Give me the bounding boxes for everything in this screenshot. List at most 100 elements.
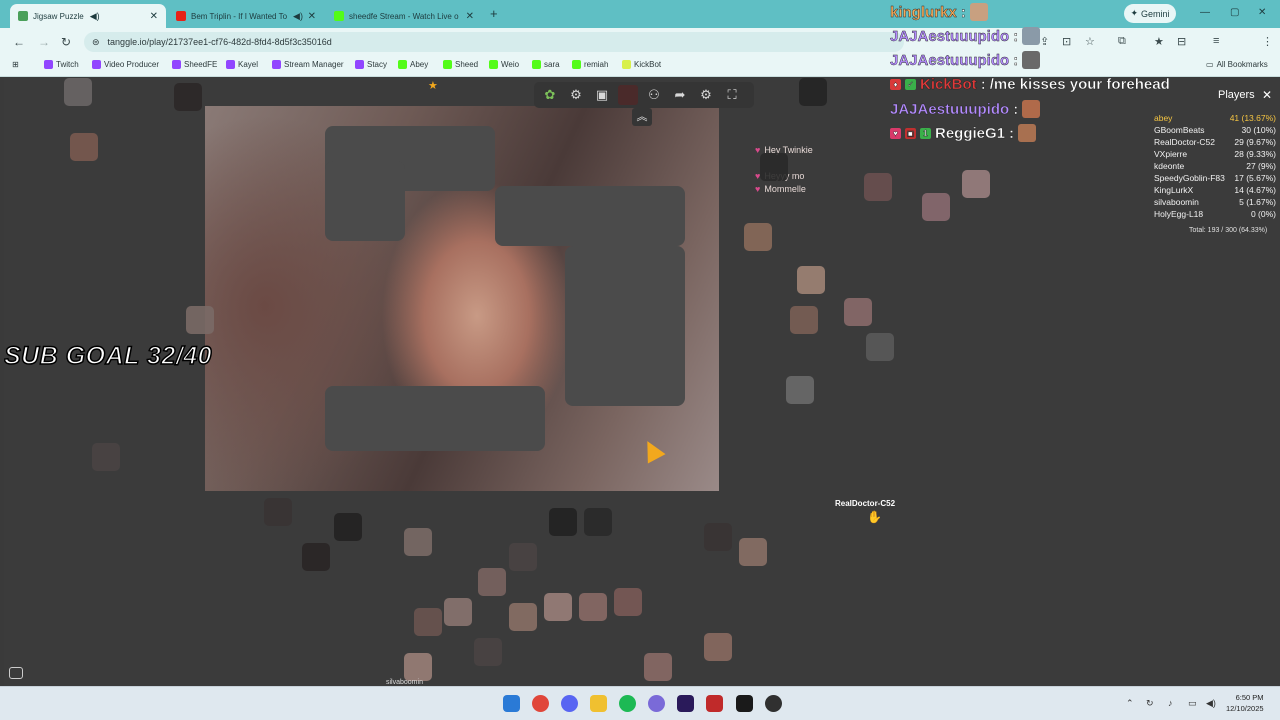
all-bookmarks-button[interactable]: ▭ All Bookmarks [1206, 60, 1268, 69]
close-tab-icon[interactable]: ✕ [466, 11, 474, 22]
bookmark-sheedfe[interactable]: SheedFE [172, 60, 217, 69]
discord-icon[interactable] [561, 695, 578, 712]
puzzle-piece[interactable] [797, 266, 825, 294]
puzzle-piece[interactable] [404, 528, 432, 556]
chat-toggle-icon[interactable] [9, 667, 23, 679]
kick-app-icon[interactable] [736, 695, 753, 712]
puzzle-piece[interactable] [92, 443, 120, 471]
preview-image-icon[interactable]: ▣ [592, 85, 612, 105]
puzzle-piece[interactable] [579, 593, 607, 621]
settings-gear-icon[interactable]: ⚙ [696, 85, 716, 105]
file-explorer-icon[interactable] [590, 695, 607, 712]
puzzle-piece[interactable] [414, 608, 442, 636]
bookmark-remiah[interactable]: remiah [572, 60, 608, 69]
collapse-chevron-icon[interactable]: ︽ [632, 108, 652, 126]
puzzle-piece[interactable] [174, 83, 202, 111]
bookmark-stream-manager[interactable]: Stream Manager [272, 60, 344, 69]
video-editor-icon[interactable] [706, 695, 723, 712]
background-color-icon[interactable] [618, 85, 638, 105]
new-tab-button[interactable]: + [490, 6, 498, 21]
logo-icon[interactable]: ✿ [540, 85, 560, 105]
bookmark-stacy[interactable]: Stacy [355, 60, 387, 69]
install-app-icon[interactable]: ⊡ [1062, 35, 1071, 48]
chrome-icon[interactable] [532, 695, 549, 712]
system-clock[interactable]: 6:50 PM 12/10/2025 [1226, 692, 1264, 714]
share-icon[interactable]: ⇪ [1040, 35, 1049, 48]
puzzle-piece[interactable] [509, 603, 537, 631]
puzzle-piece[interactable] [644, 653, 672, 681]
minimize-button[interactable]: — [1200, 7, 1210, 18]
tab-kick-stream[interactable]: sheedfe Stream - Watch Live o ✕ [326, 4, 482, 28]
site-info-icon[interactable]: ⊜ [92, 37, 100, 48]
puzzle-piece[interactable] [584, 508, 612, 536]
puzzle-piece[interactable] [962, 170, 990, 198]
puzzle-piece[interactable] [844, 298, 872, 326]
puzzle-board[interactable]: ♥Hey Twinkie ♥Heyyy mo ♥Mommelle [205, 106, 813, 491]
puzzle-piece[interactable] [404, 653, 432, 681]
sync-icon[interactable]: ↻ [1146, 698, 1154, 709]
puzzle-piece[interactable] [509, 543, 537, 571]
back-icon[interactable]: ← [13, 35, 25, 49]
puzzle-piece[interactable] [614, 588, 642, 616]
bookmark-video-producer[interactable]: Video Producer [92, 60, 159, 69]
bookmark-kickbot[interactable]: KickBot [622, 60, 661, 69]
bookmark-weio[interactable]: Weio [489, 60, 519, 69]
spotify-icon[interactable] [619, 695, 636, 712]
show-hidden-icons-icon[interactable]: ⌃ [1126, 698, 1134, 709]
share-icon[interactable]: ➦ [670, 85, 690, 105]
tab-search-icon[interactable]: ≡ [1213, 35, 1219, 47]
puzzle-piece[interactable] [474, 638, 502, 666]
puzzle-canvas[interactable]: ♥Hey Twinkie ♥Heyyy mo ♥Mommelle ✿ ⚙ ▣ ⚇… [4, 78, 1280, 686]
reload-icon[interactable]: ↻ [61, 35, 71, 49]
puzzle-piece[interactable] [704, 633, 732, 661]
maximize-button[interactable]: ▢ [1230, 7, 1239, 18]
puzzle-piece[interactable] [739, 538, 767, 566]
close-window-button[interactable]: ✕ [1258, 7, 1266, 18]
tab-youtube[interactable]: Bem Triplin - If I Wanted To ◀) ✕ [168, 4, 324, 28]
display-icon[interactable]: ▭ [1188, 698, 1197, 709]
fullscreen-icon[interactable]: ⛶ [722, 85, 742, 105]
puzzle-piece[interactable] [549, 508, 577, 536]
url-input[interactable]: ⊜ tanggle.io/play/21737ee1-cf76-482d-8fd… [84, 32, 904, 52]
premiere-pro-icon[interactable] [677, 695, 694, 712]
puzzle-piece[interactable] [790, 306, 818, 334]
menu-icon[interactable]: ⋮ [1262, 35, 1273, 48]
puzzle-piece[interactable] [922, 193, 950, 221]
close-tab-icon[interactable]: ✕ [150, 11, 158, 22]
puzzle-piece[interactable] [786, 376, 814, 404]
bookmarks-star-icon[interactable]: ★ [1154, 35, 1164, 48]
puzzle-piece[interactable] [864, 173, 892, 201]
extensions-icon[interactable]: ⧉ [1118, 35, 1126, 48]
puzzle-piece[interactable] [866, 333, 894, 361]
bookmark-sara[interactable]: sara [532, 60, 560, 69]
puzzle-piece[interactable] [744, 223, 772, 251]
puzzle-piece[interactable] [704, 523, 732, 551]
puzzle-piece[interactable] [64, 78, 92, 106]
obs-icon[interactable] [765, 695, 782, 712]
puzzle-piece-icon[interactable]: ⚙ [566, 85, 586, 105]
bookmark-sheed[interactable]: Sheed [443, 60, 478, 69]
puzzle-piece[interactable] [264, 498, 292, 526]
windows-start-icon[interactable] [503, 695, 520, 712]
bookmark-star-icon[interactable]: ☆ [1085, 35, 1095, 48]
puzzle-piece[interactable] [799, 78, 827, 106]
puzzle-piece[interactable] [760, 153, 788, 181]
puzzle-piece[interactable] [186, 306, 214, 334]
puzzle-piece[interactable] [302, 543, 330, 571]
volume-icon[interactable]: ◀) [1206, 698, 1216, 709]
close-tab-icon[interactable]: ✕ [308, 11, 316, 22]
puzzle-piece[interactable] [478, 568, 506, 596]
close-players-icon[interactable]: ✕ [1260, 88, 1274, 102]
puzzle-piece[interactable] [444, 598, 472, 626]
apps-grid-icon[interactable]: ⊞ [12, 60, 19, 69]
puzzle-piece[interactable] [70, 133, 98, 161]
bookmark-twitch[interactable]: Twitch [44, 60, 79, 69]
gemini-button[interactable]: ✦ Gemini [1124, 4, 1176, 23]
puzzle-piece[interactable] [334, 513, 362, 541]
bookmark-abey[interactable]: Abey [398, 60, 428, 69]
puzzle-piece[interactable] [544, 593, 572, 621]
bookmark-kayel[interactable]: Kayel [226, 60, 258, 69]
tab-jigsaw-puzzle[interactable]: Jigsaw Puzzle ◀) ✕ [10, 4, 166, 28]
split-view-icon[interactable]: ⊟ [1177, 35, 1186, 48]
copilot-icon[interactable] [648, 695, 665, 712]
